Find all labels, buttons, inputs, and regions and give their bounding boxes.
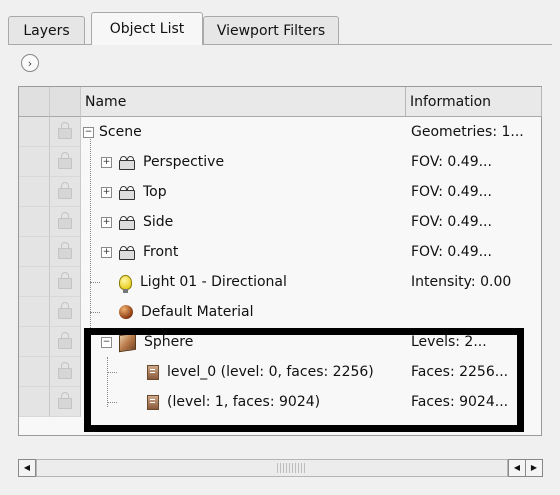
visibility-toggle[interactable]: [19, 147, 50, 177]
row-information: FOV: 0.49...: [411, 244, 492, 260]
tab-object-list[interactable]: Object List: [91, 12, 203, 45]
row-label: Front: [143, 244, 179, 260]
row-name[interactable]: Front: [119, 237, 178, 267]
table-row[interactable]: − Scene Geometries: 1...: [19, 117, 541, 147]
row-label: Default Material: [141, 304, 254, 320]
tab-bar: Layers Object List Viewport Filters: [8, 10, 552, 45]
camera-icon: [119, 156, 135, 170]
row-name[interactable]: Top: [119, 177, 167, 207]
lock-icon: [58, 392, 72, 409]
collapse-icon[interactable]: −: [83, 127, 94, 138]
expand-icon[interactable]: +: [101, 187, 112, 198]
lock-icon: [58, 302, 72, 319]
row-label: Side: [143, 214, 174, 230]
row-name[interactable]: Perspective: [119, 147, 224, 177]
scroll-left-button-2[interactable]: ◀: [508, 459, 526, 477]
collapse-toggle-button[interactable]: ›: [21, 54, 39, 72]
visibility-toggle[interactable]: [19, 357, 50, 387]
lock-icon: [58, 272, 72, 289]
visibility-toggle[interactable]: [19, 297, 50, 327]
visibility-toggle[interactable]: [19, 207, 50, 237]
table-row[interactable]: + Top FOV: 0.49...: [19, 177, 541, 207]
lock-icon: [58, 182, 72, 199]
expand-icon[interactable]: +: [101, 157, 112, 168]
lock-icon: [58, 212, 72, 229]
table-header: Name Information: [19, 87, 542, 117]
row-information: Geometries: 1...: [411, 124, 524, 140]
lock-toggle[interactable]: [50, 267, 81, 297]
scroll-track[interactable]: [36, 459, 508, 477]
lock-icon: [58, 362, 72, 379]
lock-toggle[interactable]: [50, 237, 81, 267]
lock-toggle[interactable]: [50, 357, 81, 387]
lock-column-header[interactable]: [50, 87, 81, 117]
row-label: Light 01 - Directional: [140, 274, 287, 290]
information-column-header[interactable]: Information: [406, 87, 542, 117]
visibility-toggle[interactable]: [19, 387, 50, 417]
table-row[interactable]: Light 01 - Directional Intensity: 0.00: [19, 267, 541, 297]
row-label: Scene: [99, 124, 142, 140]
row-label: Perspective: [143, 154, 225, 170]
name-column-header[interactable]: Name: [81, 87, 406, 117]
expand-icon[interactable]: +: [101, 247, 112, 258]
table-row[interactable]: + Side FOV: 0.49...: [19, 207, 541, 237]
visibility-column-header[interactable]: [19, 87, 50, 117]
lock-toggle[interactable]: [50, 147, 81, 177]
lock-toggle[interactable]: [50, 387, 81, 417]
row-label: Top: [143, 184, 167, 200]
row-name[interactable]: Scene: [99, 117, 142, 147]
highlight-annotation-box: [84, 328, 524, 432]
row-name[interactable]: Side: [119, 207, 173, 237]
lock-icon: [58, 152, 72, 169]
horizontal-scrollbar[interactable]: ◀ ◀ ▶: [18, 459, 543, 477]
row-information: Intensity: 0.00: [411, 274, 512, 290]
row-name[interactable]: Default Material: [119, 297, 253, 327]
lock-icon: [58, 122, 72, 139]
row-information: FOV: 0.49...: [411, 214, 492, 230]
light-bulb-icon: [119, 274, 132, 293]
camera-icon: [119, 246, 135, 260]
lock-toggle[interactable]: [50, 117, 81, 147]
lock-icon: [58, 332, 72, 349]
tab-layers[interactable]: Layers: [8, 16, 85, 44]
tree-connector: [90, 312, 100, 313]
table-row[interactable]: + Front FOV: 0.49...: [19, 237, 541, 267]
lock-toggle[interactable]: [50, 327, 81, 357]
tab-label: Object List: [109, 21, 185, 37]
row-information: FOV: 0.49...: [411, 184, 492, 200]
material-ball-icon: [119, 305, 133, 319]
visibility-toggle[interactable]: [19, 117, 50, 147]
scroll-thumb-grip[interactable]: [277, 463, 305, 473]
row-information: FOV: 0.49...: [411, 154, 492, 170]
tree-connector: [90, 282, 100, 283]
chevron-right-icon: ›: [27, 56, 33, 70]
expand-icon[interactable]: +: [101, 217, 112, 228]
camera-icon: [119, 216, 135, 230]
tab-label: Layers: [23, 22, 70, 39]
scroll-right-button[interactable]: ▶: [525, 459, 543, 477]
tab-label: Viewport Filters: [216, 22, 326, 39]
lock-toggle[interactable]: [50, 207, 81, 237]
table-row[interactable]: Default Material: [19, 297, 541, 327]
visibility-toggle[interactable]: [19, 267, 50, 297]
scroll-left-button[interactable]: ◀: [18, 459, 36, 477]
tab-divider: [8, 44, 552, 45]
visibility-toggle[interactable]: [19, 237, 50, 267]
lock-icon: [58, 242, 72, 259]
lock-toggle[interactable]: [50, 177, 81, 207]
visibility-toggle[interactable]: [19, 327, 50, 357]
visibility-toggle[interactable]: [19, 177, 50, 207]
tab-viewport-filters[interactable]: Viewport Filters: [203, 16, 339, 44]
lock-toggle[interactable]: [50, 297, 81, 327]
row-name[interactable]: Light 01 - Directional: [119, 267, 287, 297]
table-row[interactable]: + Perspective FOV: 0.49...: [19, 147, 541, 177]
camera-icon: [119, 186, 135, 200]
